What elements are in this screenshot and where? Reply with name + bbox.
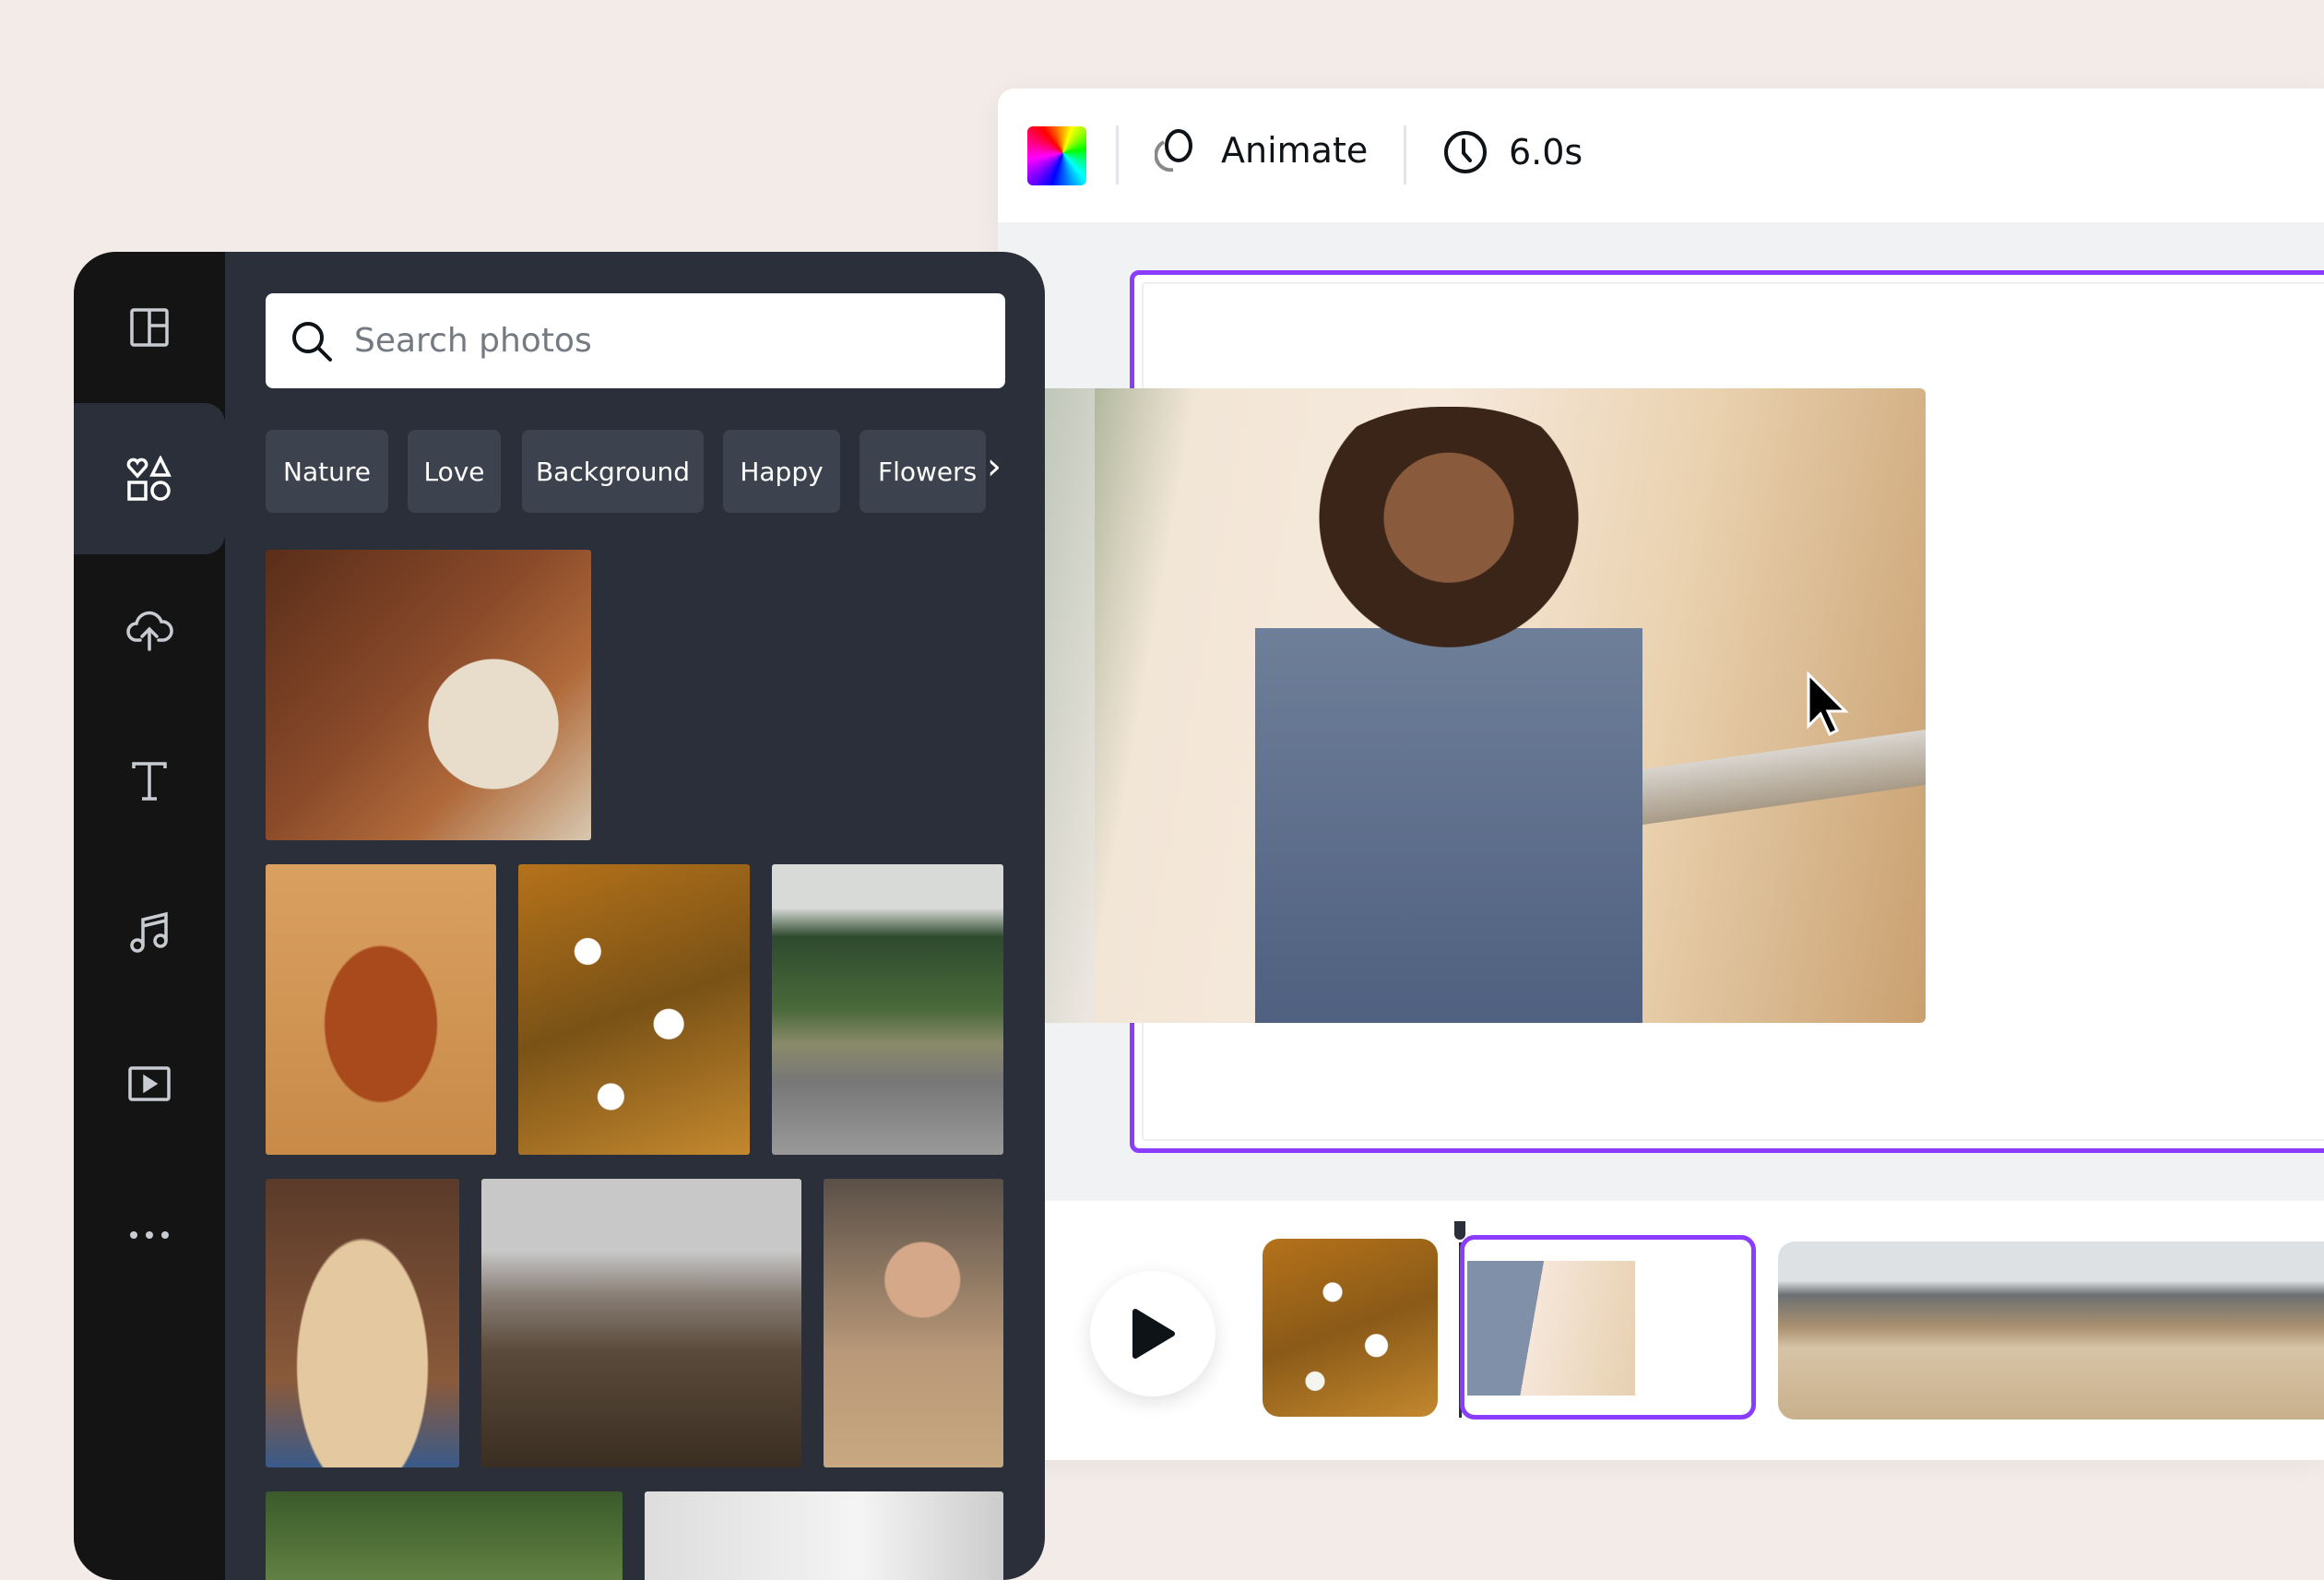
chevron-right-icon[interactable]: ›	[987, 445, 1002, 488]
divider	[1116, 125, 1119, 184]
chip-label: Happy	[740, 456, 824, 487]
animate-button[interactable]: Animate	[1155, 127, 1368, 173]
chip-label: Background	[535, 456, 691, 487]
play-button[interactable]	[1090, 1271, 1215, 1396]
clock-icon	[1444, 131, 1487, 173]
sidebar-item-uploads[interactable]	[74, 554, 225, 706]
photo-family[interactable]	[266, 550, 591, 840]
animate-label: Animate	[1221, 130, 1369, 171]
chip-nature[interactable]: Nature	[266, 430, 388, 513]
timeline-clip-flowers[interactable]	[1263, 1239, 1438, 1417]
chip-happy[interactable]: Happy	[723, 430, 840, 513]
search-icon	[292, 321, 332, 362]
timeline-clip-mountains[interactable]	[1778, 1241, 2045, 1420]
animate-icon	[1155, 129, 1192, 172]
sidebar-item-more[interactable]	[74, 1159, 225, 1311]
chip-label: Flowers	[878, 456, 978, 487]
layout-icon	[130, 308, 169, 347]
play-icon	[1132, 1309, 1175, 1359]
photo-grass[interactable]	[266, 1491, 622, 1580]
cloud-upload-icon	[126, 611, 173, 651]
color-palette-icon[interactable]	[1027, 126, 1086, 185]
timeline	[998, 1201, 2324, 1460]
timeline-clip-selected[interactable]	[1460, 1235, 1756, 1420]
search-input[interactable]	[354, 322, 954, 360]
photo-corgi[interactable]	[266, 1179, 459, 1467]
divider	[1404, 125, 1406, 184]
sidebar-item-text[interactable]	[74, 706, 225, 857]
sidebar-item-audio[interactable]	[74, 857, 225, 1008]
chip-label: Nature	[283, 456, 371, 487]
canvas-photo[interactable]	[960, 388, 1926, 1023]
mouse-cursor-icon	[1807, 671, 1849, 737]
sidebar-item-videos[interactable]	[74, 1008, 225, 1159]
timeline-clip-mountains[interactable]	[2045, 1241, 2324, 1420]
photo-road[interactable]	[772, 864, 1003, 1155]
chip-background[interactable]: Background	[522, 430, 704, 513]
chip-label: Love	[423, 456, 485, 487]
editor-toolbar: Animate 6.0s	[998, 89, 2324, 222]
video-play-icon	[128, 1066, 171, 1101]
sidebar	[74, 252, 225, 1580]
search-bar[interactable]	[266, 293, 1005, 388]
clip-thumbnail	[1467, 1261, 1635, 1396]
playhead-marker[interactable]	[1454, 1221, 1465, 1240]
photo-couple[interactable]	[824, 1179, 1003, 1467]
photo-daisies[interactable]	[518, 864, 750, 1155]
sidebar-item-elements[interactable]	[74, 403, 225, 554]
photos-panel: Nature Love Background Happy Flowers ›	[74, 252, 1045, 1580]
music-note-icon	[130, 911, 168, 953]
photo-woman-orange[interactable]	[266, 864, 496, 1155]
more-dots-icon	[130, 1231, 169, 1239]
sidebar-item-design[interactable]	[74, 252, 225, 403]
photo-interior[interactable]	[645, 1491, 1003, 1580]
shapes-icon	[126, 456, 172, 501]
chip-love[interactable]: Love	[408, 430, 501, 513]
duration-button[interactable]: 6.0s	[1442, 129, 1583, 175]
duration-label: 6.0s	[1509, 132, 1583, 172]
photo-mountains[interactable]	[481, 1179, 801, 1467]
chip-flowers[interactable]: Flowers	[860, 430, 986, 513]
text-icon	[132, 762, 167, 801]
photo-subject	[1255, 407, 1642, 1023]
